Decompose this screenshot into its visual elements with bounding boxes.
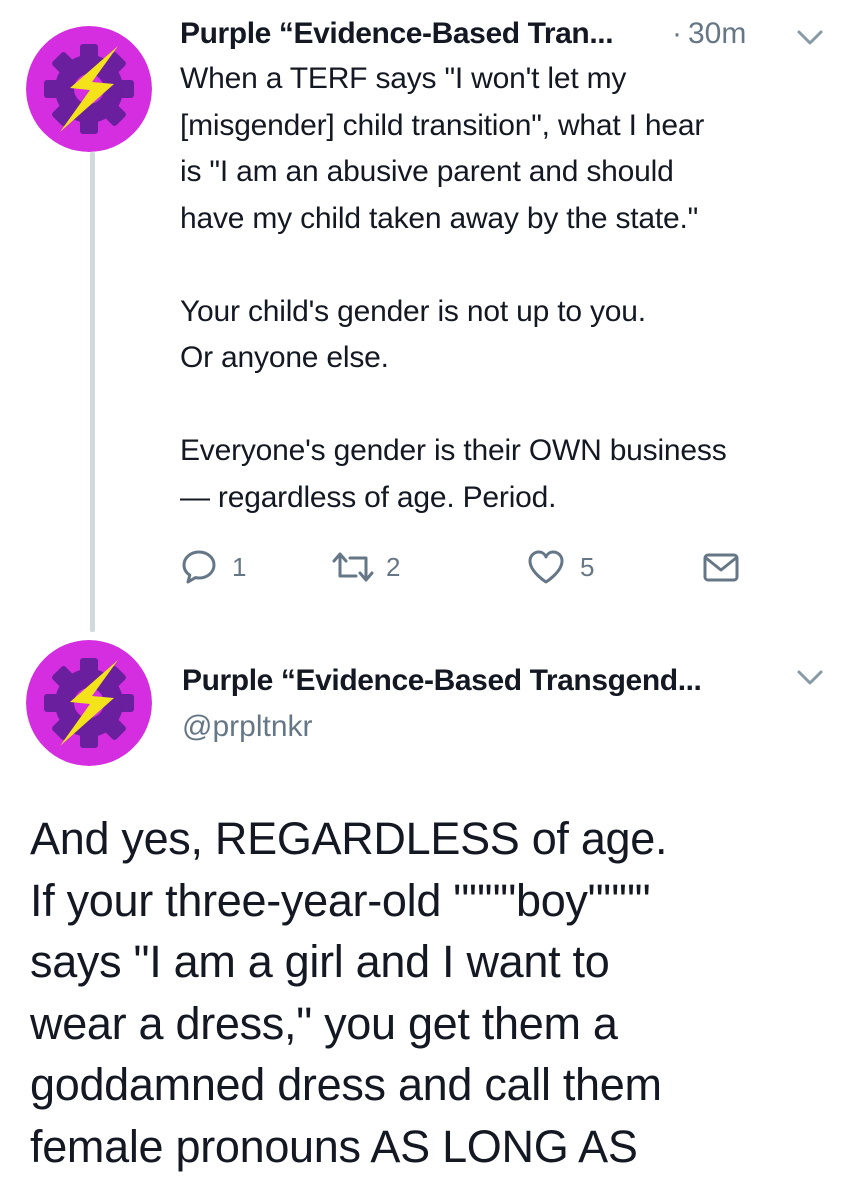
tweet-header: Purple “Evidence-Based Tran... · 30m — [180, 14, 830, 58]
chevron-down-icon[interactable] — [796, 668, 824, 688]
display-name[interactable]: Purple “Evidence-Based Tran... — [180, 14, 614, 54]
envelope-icon — [703, 553, 739, 582]
display-name[interactable]: Purple “Evidence-Based Transgend... — [182, 660, 822, 702]
heart-icon — [528, 550, 564, 584]
reply-icon — [182, 550, 216, 584]
gear-lightning-logo-icon — [26, 640, 152, 766]
retweet-button[interactable]: 2 — [330, 545, 400, 589]
retweet-icon — [332, 552, 374, 582]
chevron-down-icon[interactable] — [796, 28, 824, 48]
tweet-header: Purple “Evidence-Based Transgend... @prp… — [182, 660, 822, 748]
avatar[interactable] — [26, 26, 152, 152]
gear-lightning-logo-icon — [26, 26, 152, 152]
thread-connector-line — [90, 152, 95, 632]
user-handle[interactable]: @prpltnkr — [182, 706, 822, 748]
like-count: 5 — [580, 551, 595, 582]
time-ago: 30m — [688, 17, 747, 50]
separator-dot: · — [672, 17, 682, 50]
like-button[interactable]: 5 — [526, 545, 594, 589]
tweet-text: When a TERF says "I won't let my [misgen… — [180, 62, 727, 514]
retweet-count: 2 — [386, 551, 401, 582]
timestamp[interactable]: · 30m — [672, 14, 746, 54]
tweet-text: And yes, REGARDLESS of age. If your thre… — [30, 813, 668, 1172]
reply-count: 1 — [232, 551, 247, 582]
avatar[interactable] — [26, 640, 152, 766]
tweet-thread: Purple “Evidence-Based Tran... · 30m When… — [0, 0, 850, 1200]
tweet-actions: 1 2 5 — [180, 545, 830, 589]
direct-message-button[interactable] — [702, 545, 740, 589]
reply-button[interactable]: 1 — [180, 545, 246, 589]
